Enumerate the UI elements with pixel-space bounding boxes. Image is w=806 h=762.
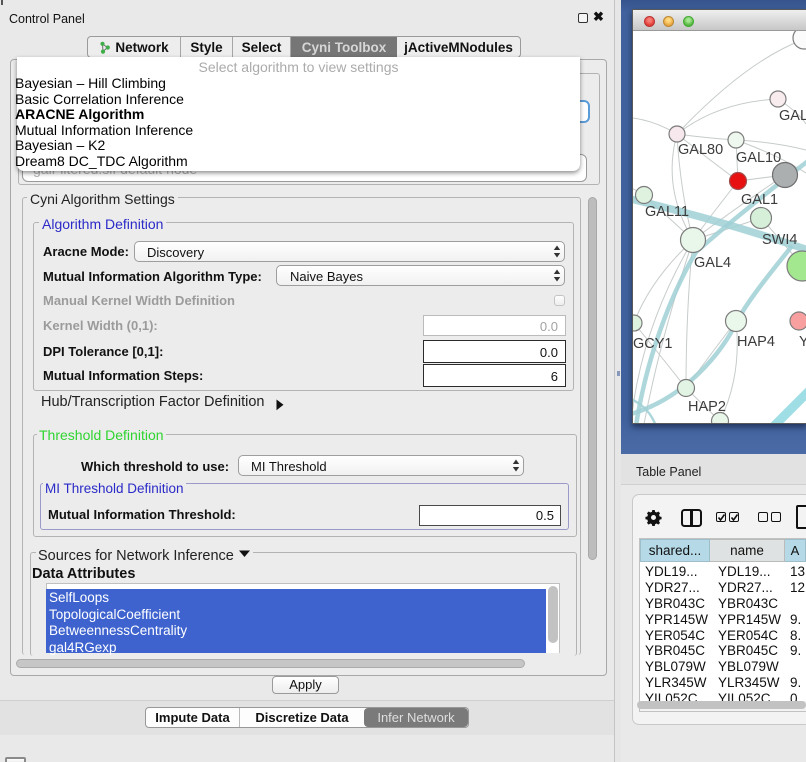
svg-text:GAL10: GAL10 [736,150,781,166]
svg-text:SWI4: SWI4 [762,232,797,248]
svg-text:GAL: GAL [779,108,806,124]
svg-text:HAP2: HAP2 [688,399,726,415]
svg-text:GAL1: GAL1 [741,192,778,208]
svg-text:HAP4: HAP4 [737,334,775,350]
svg-text:GAL11: GAL11 [645,204,689,220]
svg-text:GCY1: GCY1 [633,336,673,352]
svg-text:YJ: YJ [799,334,806,350]
svg-text:GAL4: GAL4 [694,255,731,271]
svg-text:GAL80: GAL80 [678,142,723,158]
